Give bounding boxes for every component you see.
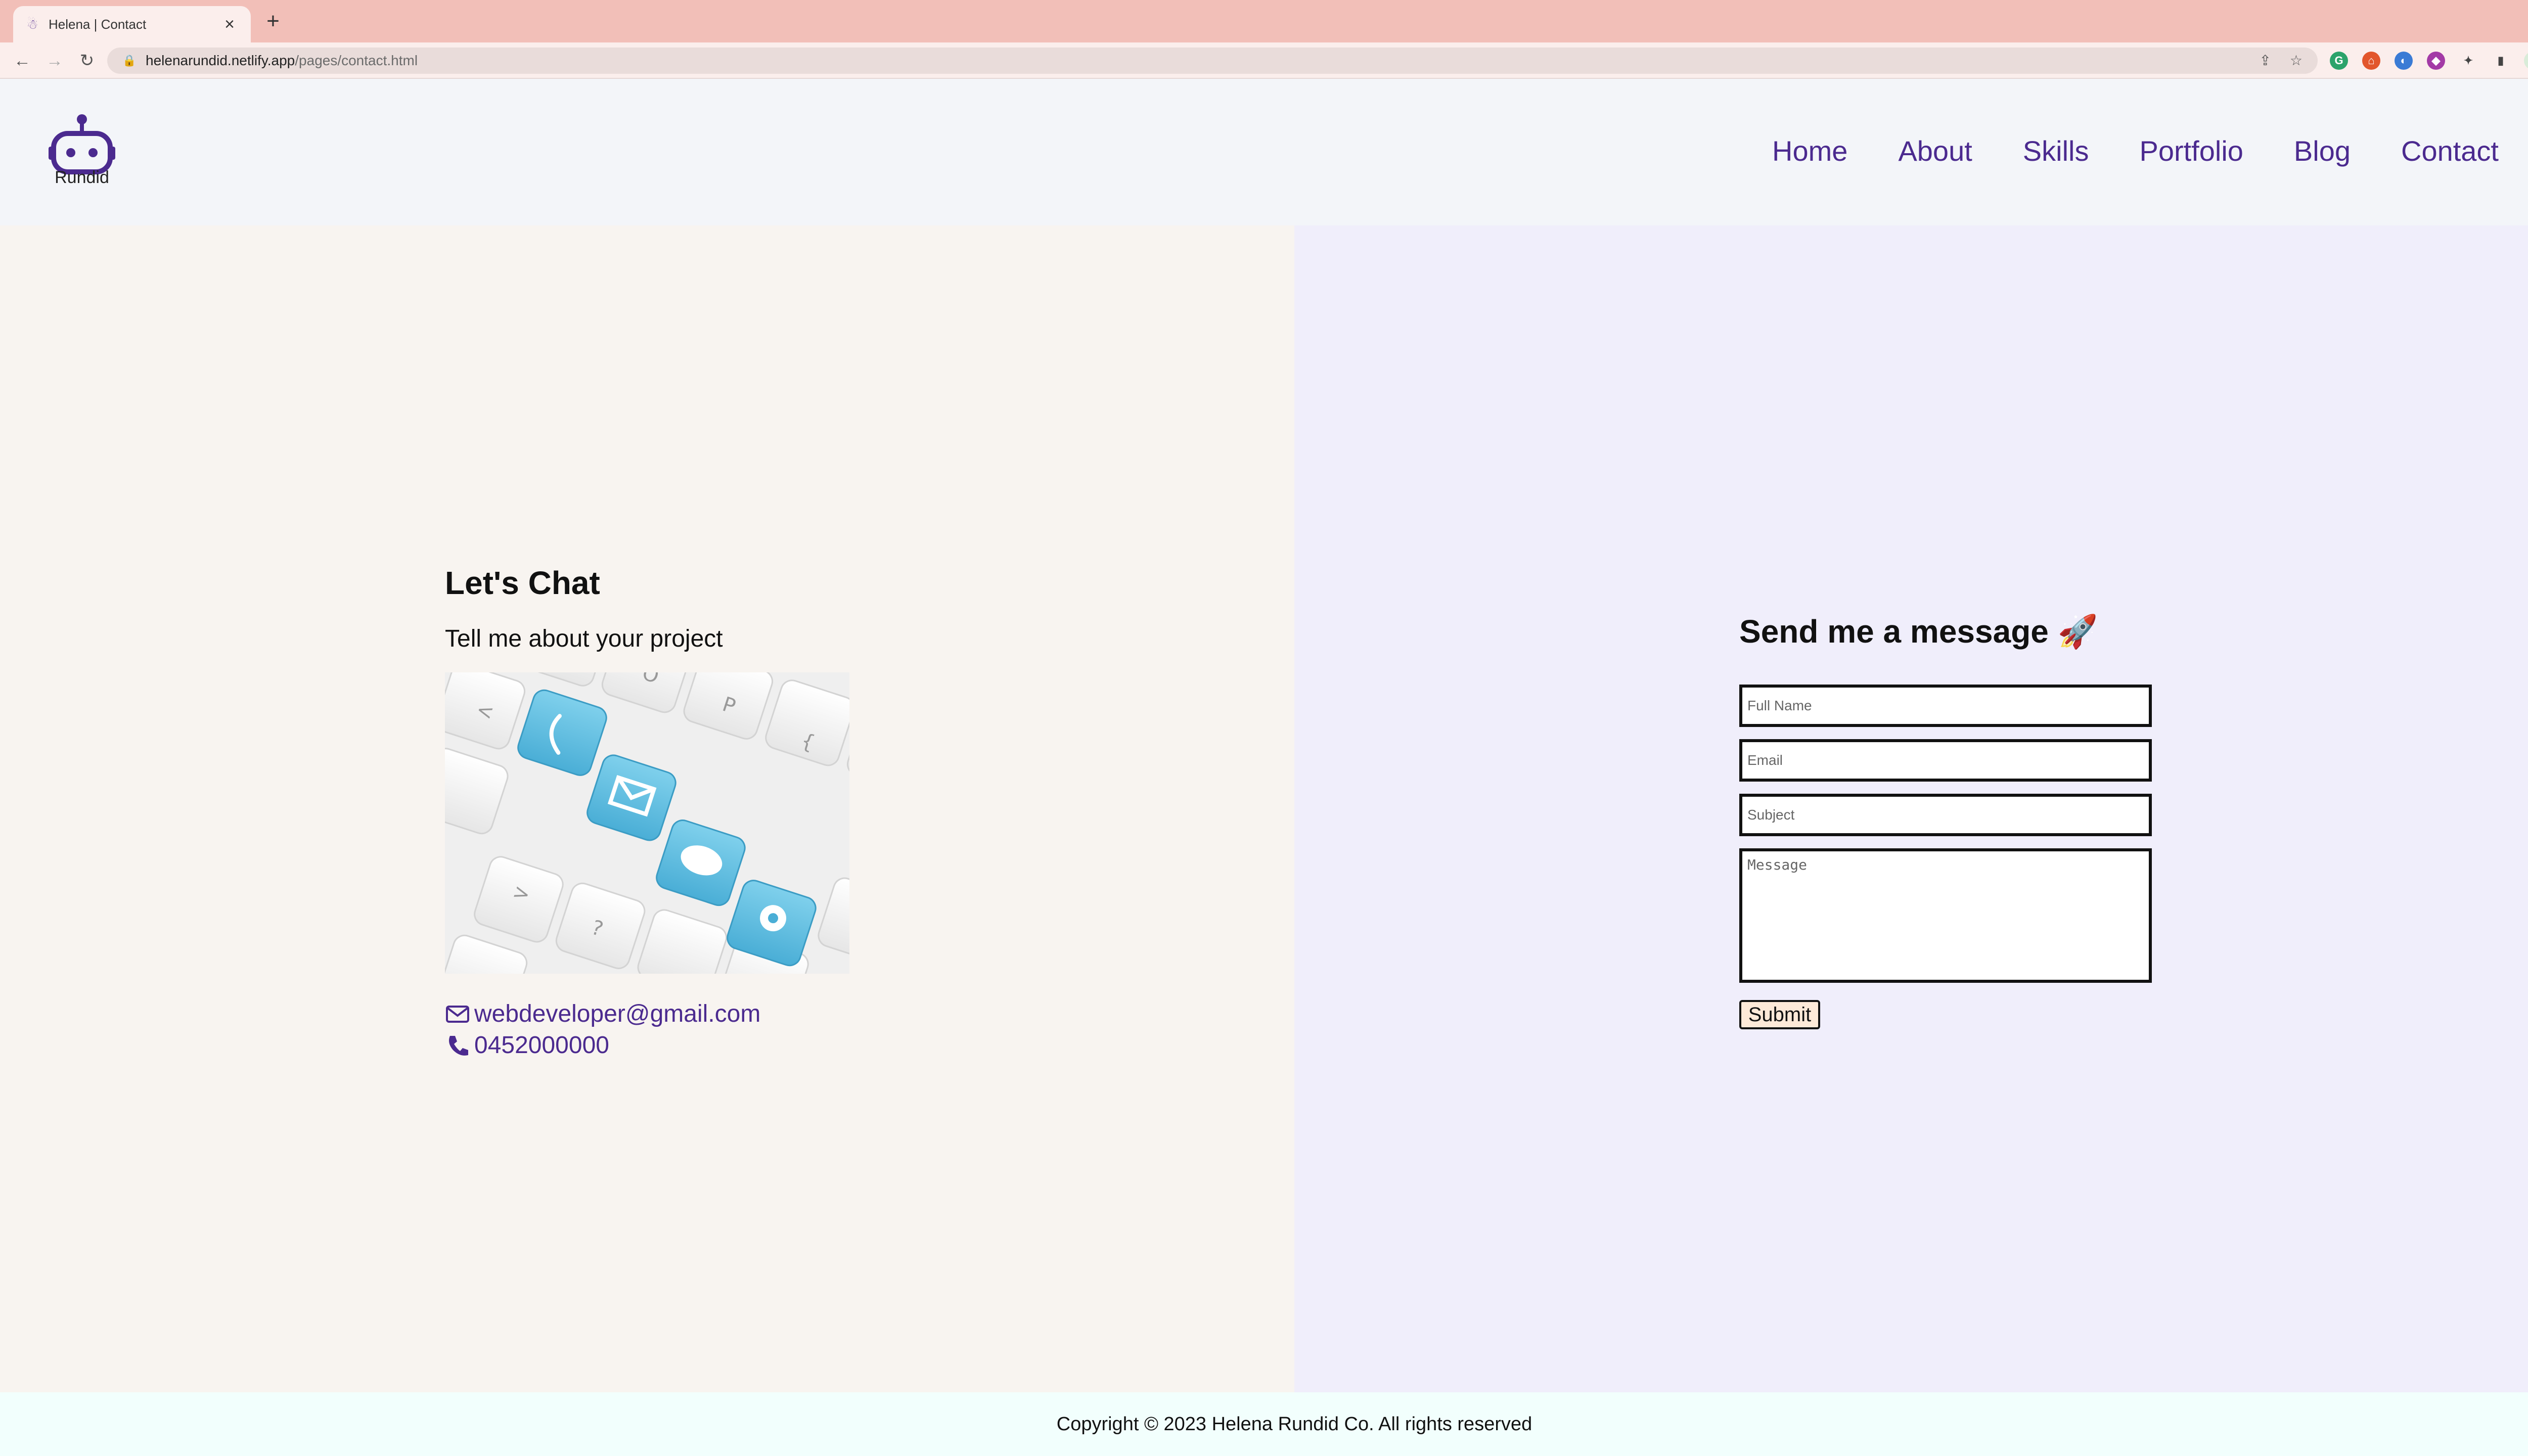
extension-icon[interactable]: ◆ <box>2427 52 2445 70</box>
phone-contact[interactable]: 0452000000 <box>445 1031 609 1059</box>
close-tab-icon[interactable]: × <box>220 15 239 34</box>
nav-about[interactable]: About <box>1898 134 1972 167</box>
lock-icon: 🔒 <box>122 54 137 67</box>
favicon-icon: ☃ <box>26 17 38 32</box>
share-icon[interactable]: ⇪ <box>2260 48 2271 74</box>
message-textarea[interactable] <box>1739 848 2152 983</box>
browser-tab[interactable]: ☃ Helena | Contact × <box>13 6 251 42</box>
main-nav: Home About Skills Portfolio Blog Contact <box>1722 134 2499 167</box>
email-contact[interactable]: webdeveloper@gmail.com <box>445 1000 760 1028</box>
reload-button[interactable]: ↻ <box>76 50 98 72</box>
extension-icon[interactable]: ◐ <box>2395 52 2413 70</box>
phone-number[interactable]: 0452000000 <box>474 1031 609 1059</box>
full-name-input[interactable] <box>1739 685 2152 727</box>
bookmark-star-icon[interactable]: ☆ <box>2290 48 2303 74</box>
send-message-heading: Send me a message 🚀 <box>1739 613 2098 650</box>
nav-home[interactable]: Home <box>1772 134 1847 167</box>
new-tab-button[interactable]: + <box>262 10 284 32</box>
logo-text: Rundid <box>55 168 109 187</box>
url-host: helenarundid.netlify.app <box>146 53 295 68</box>
project-subheading: Tell me about your project <box>445 625 723 652</box>
email-link[interactable]: webdeveloper@gmail.com <box>474 1000 760 1028</box>
keyboard-contact-image: O P { < > ? <box>445 672 849 974</box>
side-panel-icon[interactable]: ▮ <box>2492 52 2510 70</box>
phone-icon <box>449 1035 468 1056</box>
profile-avatar[interactable]: ☺ <box>2524 52 2528 70</box>
puzzle-extensions-icon[interactable]: ✦ <box>2459 52 2477 70</box>
extension-icon[interactable]: ⌂ <box>2362 52 2380 70</box>
site-header: Rundid Home About Skills Portfolio Blog … <box>0 79 2528 225</box>
nav-contact[interactable]: Contact <box>2401 134 2499 167</box>
site-footer: Copyright © 2023 Helena Rundid Co. All r… <box>0 1392 2528 1456</box>
browser-toolbar: ← → ↻ 🔒 helenarundid.netlify.app /pages/… <box>0 42 2528 79</box>
lets-chat-heading: Let's Chat <box>445 565 600 601</box>
nav-portfolio[interactable]: Portfolio <box>2139 134 2243 167</box>
forward-button[interactable]: → <box>43 50 66 72</box>
nav-skills[interactable]: Skills <box>2023 134 2089 167</box>
envelope-icon <box>446 1005 469 1023</box>
url-path: /pages/contact.html <box>295 53 418 68</box>
submit-button[interactable]: Submit <box>1739 1000 1820 1029</box>
email-input[interactable] <box>1739 739 2152 782</box>
browser-tabstrip: ☃ Helena | Contact × + ⌄ <box>0 0 2528 42</box>
subject-input[interactable] <box>1739 794 2152 836</box>
address-bar[interactable]: 🔒 helenarundid.netlify.app /pages/contac… <box>107 48 2318 74</box>
nav-blog[interactable]: Blog <box>2294 134 2351 167</box>
back-button[interactable]: ← <box>11 50 33 72</box>
grammarly-extension-icon[interactable]: G <box>2330 52 2348 70</box>
tab-title: Helena | Contact <box>49 16 147 32</box>
copyright-text: Copyright © 2023 Helena Rundid Co. All r… <box>1056 1414 1532 1435</box>
